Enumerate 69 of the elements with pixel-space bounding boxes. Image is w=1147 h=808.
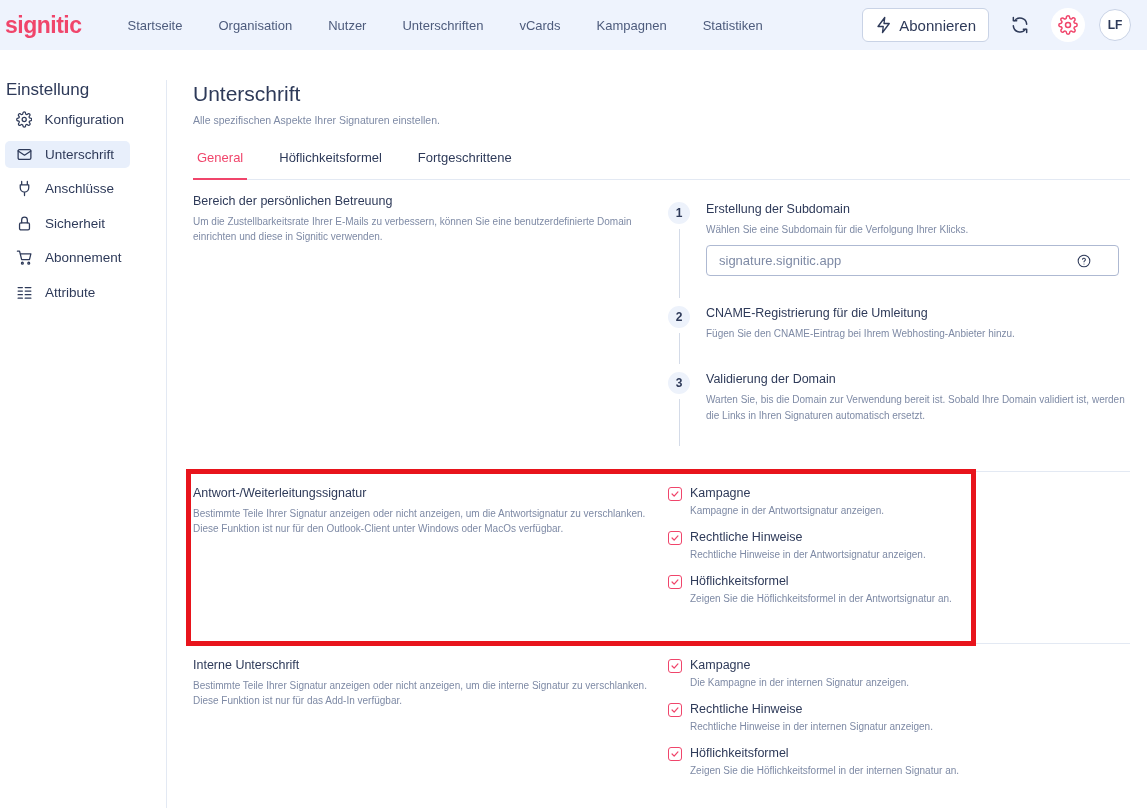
step-number: 2 [668,306,690,328]
avatar[interactable]: LF [1099,9,1131,41]
checkmark-icon [670,749,680,759]
logo: signitic [5,11,82,39]
subscribe-button[interactable]: Abonnieren [862,8,989,42]
help-icon [1077,254,1091,268]
checkmark-icon [670,489,680,499]
step-description: Wählen Sie eine Subdomain für die Verfolgung Ihrer Klicks. [706,223,970,237]
step-description: Fügen Sie den CNAME-Eintrag bei Ihrem Webhosting-Anbieter hinzu. [706,327,1016,341]
section-title: Bereich der persönlichen Betreuung [193,194,394,208]
nav-link[interactable]: Unterschriften [402,17,484,33]
checkmark-icon [670,533,680,543]
option-description: Zeigen Sie die Höflichkeitsformel in der internen Signatur an. [690,765,960,776]
refresh-icon [1010,15,1030,35]
settings-button[interactable] [1051,8,1085,42]
sidebar-item[interactable]: Abonnement [5,244,130,271]
tab[interactable]: Höflichkeitsformel [275,136,386,180]
nav-link[interactable]: Startseite [127,17,183,33]
nav-link[interactable]: Statistiken [702,17,763,33]
step-title: CNAME-Registrierung für die Umleitung [706,306,929,320]
tab[interactable]: General [193,136,248,180]
gear-icon [16,111,33,128]
option-label: Höflichkeitsformel [690,574,790,588]
nav-link[interactable]: vCards [519,17,561,33]
option-description: Zeigen Sie die Höflichkeitsformel in der Antwortsignatur an. [690,593,952,604]
step-number: 1 [668,202,690,224]
settings-icon [1058,15,1078,35]
step-description: Warten Sie, bis die Domain zur Verwendung bereit ist. Sobald Ihre Domain validiert ist, werden die Links in Ihren Signaturen automatisch ersetzt. [706,393,1126,423]
checkmark-icon [670,577,680,587]
step-number: 3 [668,372,690,394]
sidebar-item[interactable]: Unterschrift [5,140,130,168]
option-label: Rechtliche Hinweise [690,530,804,544]
option-label: Kampagne [690,486,752,500]
option-description: Rechtliche Hinweise in der Antwortsignatur anzeigen. [690,549,926,560]
nav-link[interactable]: Organisation [218,17,293,33]
step-title: Erstellung der Subdomain [706,202,851,216]
option-label: Höflichkeitsformel [690,746,790,760]
sidebar-item[interactable]: Anschlüsse [5,175,130,202]
page-subtitle: Alle spezifischen Aspekte Ihrer Signaturen einstellen. [193,114,441,126]
section-description: Bestimmte Teile Ihrer Signatur anzeigen oder nicht anzeigen, um die interne Signatur zu verschlanken. Diese Funktion ist nur für das Add-In verfügbar. [193,679,648,708]
subdomain-field[interactable]: signature.signitic.app [706,245,1119,276]
lock-icon [16,214,33,232]
section-description: Bestimmte Teile Ihrer Signatur anzeigen oder nicht anzeigen, um die Antwortsignatur zu verschlanken. Diese Funktion ist nur für den Outlook-Client unter Windows oder MacOs verfügbar. [193,507,647,536]
checkbox[interactable] [668,659,682,673]
checkmark-icon [670,661,680,671]
nav-link[interactable]: Kampagnen [596,17,667,33]
option-label: Rechtliche Hinweise [690,702,804,716]
section-title: Antwort-/Weiterleitungssignatur [193,486,368,500]
section-title: Interne Unterschrift [193,658,301,672]
nav-link[interactable]: Nutzer [328,17,367,33]
sidebar-title: Einstellung [6,80,91,100]
checkbox[interactable] [668,487,682,501]
option-label: Kampagne [690,658,752,672]
checkbox[interactable] [668,531,682,545]
page-title: Unterschrift [193,82,302,106]
tab[interactable]: Fortgeschrittene [413,136,516,180]
option-description: Kampagne in der Antwortsignatur anzeigen. [690,505,884,516]
option-description: Die Kampagne in der internen Signatur anzeigen. [690,677,910,688]
checkbox[interactable] [668,747,682,761]
step-title: Validierung der Domain [706,372,837,386]
checkbox[interactable] [668,575,682,589]
sidebar-item[interactable]: Sicherheit [5,209,130,237]
cart-icon [16,249,33,266]
checkbox[interactable] [668,703,682,717]
option-description: Rechtliche Hinweise in der internen Signatur anzeigen. [690,721,933,732]
section-description: Um die Zustellbarkeitsrate Ihrer E-Mails zu verbessern, können Sie eine benutzerdefinierte Domain einrichten und diese in Signitic verwenden. [193,215,633,244]
checkmark-icon [670,705,680,715]
sidebar-item[interactable]: Konfiguration [5,106,130,133]
sidebar-item[interactable]: Attribute [5,278,130,306]
